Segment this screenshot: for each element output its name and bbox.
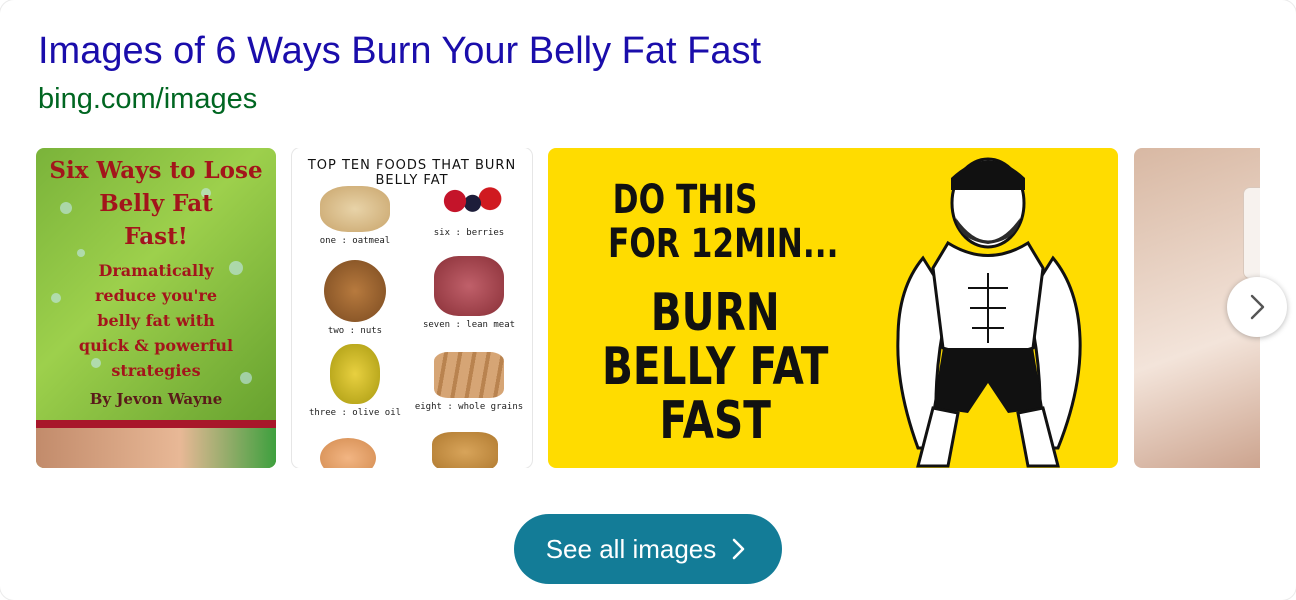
image-carousel: Six Ways to Lose Belly Fat Fast! Dramati… xyxy=(36,148,1260,468)
image-thumbnail-3[interactable]: DO THIS FOR 12MIN... BURN BELLY FAT FAST xyxy=(548,148,1118,468)
poster-top-text: DO THIS FOR 12MIN... xyxy=(608,178,838,266)
food-label: eight : whole grains xyxy=(414,402,524,412)
food-label: two : nuts xyxy=(327,326,383,336)
ebook-divider xyxy=(36,420,276,428)
ebook-heading-line: Six Ways to Lose xyxy=(49,157,263,184)
see-all-label: See all images xyxy=(545,533,717,564)
food-item: one : oatmeal xyxy=(300,186,410,246)
images-answer-card: Images of 6 Ways Burn Your Belly Fat Fas… xyxy=(0,0,1296,600)
food-label: three : olive oil xyxy=(308,408,402,418)
food-item: seven : lean meat xyxy=(414,256,524,330)
images-title-link[interactable]: Images of 6 Ways Burn Your Belly Fat Fas… xyxy=(38,30,761,73)
poster-line: BURN xyxy=(650,283,780,343)
image-thumbnail-1[interactable]: Six Ways to Lose Belly Fat Fast! Dramati… xyxy=(36,148,276,468)
ebook-heading-line: Belly Fat xyxy=(99,190,213,217)
poster-line: BELLY FAT xyxy=(602,337,829,397)
food-label: one : oatmeal xyxy=(319,236,391,246)
olive-oil-icon xyxy=(330,344,380,404)
ebook-body-line: strategies xyxy=(111,361,201,380)
chevron-right-icon xyxy=(1250,294,1265,320)
food-label: seven : lean meat xyxy=(422,320,516,330)
food-item: three : olive oil xyxy=(300,344,410,418)
poster-bottom-text: BURN BELLY FAT FAST xyxy=(602,286,828,448)
nuts-icon xyxy=(324,260,386,322)
scale-object xyxy=(1244,188,1260,278)
lean-meat-icon xyxy=(434,256,504,316)
carousel-next-button[interactable] xyxy=(1227,277,1287,337)
oatmeal-bowl-icon xyxy=(320,186,390,232)
whole-grains-icon xyxy=(434,352,504,398)
ebook-body: Dramatically reduce you're belly fat wit… xyxy=(36,258,276,383)
ebook-body-line: quick & powerful xyxy=(78,336,234,355)
ebook-heading: Six Ways to Lose Belly Fat Fast! xyxy=(36,154,276,253)
muscular-man-illustration xyxy=(896,157,1082,468)
ebook-body-line: belly fat with xyxy=(97,311,215,330)
peanut-butter-icon xyxy=(432,432,498,468)
source-url: bing.com/images xyxy=(38,83,258,115)
food-label: six : berries xyxy=(433,228,505,238)
food-item: eight : whole grains xyxy=(414,352,524,412)
ebook-author: By Jevon Wayne xyxy=(89,390,223,408)
poster-line: FOR 12MIN... xyxy=(608,221,839,267)
chevron-right-icon xyxy=(732,538,745,560)
see-all-images-button[interactable]: See all images xyxy=(514,514,782,584)
food-item: two : nuts xyxy=(300,260,410,336)
ebook-heading-line: Fast! xyxy=(124,223,188,250)
ebook-photo-strip xyxy=(36,428,276,468)
ebook-body-line: Dramatically xyxy=(98,261,214,280)
poster-line: DO THIS xyxy=(612,177,758,223)
image-thumbnail-2[interactable]: TOP TEN FOODS THAT BURN BELLY FAT one : … xyxy=(292,148,532,468)
ebook-body-line: reduce you're xyxy=(94,286,218,305)
poster-line: FAST xyxy=(659,391,771,451)
food-item: six : berries xyxy=(414,178,524,238)
eggs-icon xyxy=(320,438,376,468)
berries-icon xyxy=(434,178,504,224)
